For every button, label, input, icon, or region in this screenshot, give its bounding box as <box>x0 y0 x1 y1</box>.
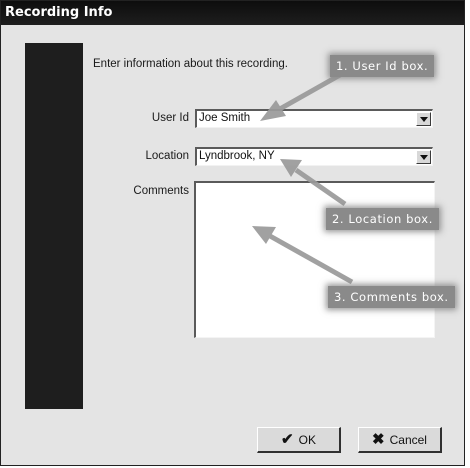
callout-location: 2. Location box. <box>326 208 439 230</box>
user-id-dropdown-button[interactable] <box>416 112 431 126</box>
callout-user-id: 1. User Id box. <box>330 55 435 77</box>
ok-button[interactable]: ✔ OK <box>257 427 341 453</box>
user-id-combobox[interactable]: Joe Smith <box>195 109 433 128</box>
cancel-label: Cancel <box>389 432 427 447</box>
user-id-label: User Id <box>151 112 189 124</box>
user-id-value: Joe Smith <box>199 112 251 124</box>
ok-label: OK <box>298 432 316 447</box>
location-value: Lyndbrook, NY <box>199 150 275 162</box>
side-panel <box>25 43 83 409</box>
comments-textarea[interactable] <box>194 181 435 338</box>
checkmark-icon: ✔ <box>281 431 294 448</box>
window-title: Recording Info <box>1 1 464 25</box>
location-dropdown-button[interactable] <box>416 150 431 164</box>
instruction-text: Enter information about this recording. <box>93 58 288 70</box>
cancel-button[interactable]: ✖ Cancel <box>358 427 442 453</box>
comments-label: Comments <box>133 185 189 197</box>
location-combobox[interactable]: Lyndbrook, NY <box>195 147 433 166</box>
location-label: Location <box>145 150 189 162</box>
x-icon: ✖ <box>372 431 385 448</box>
callout-comments: 3. Comments box. <box>328 286 455 308</box>
